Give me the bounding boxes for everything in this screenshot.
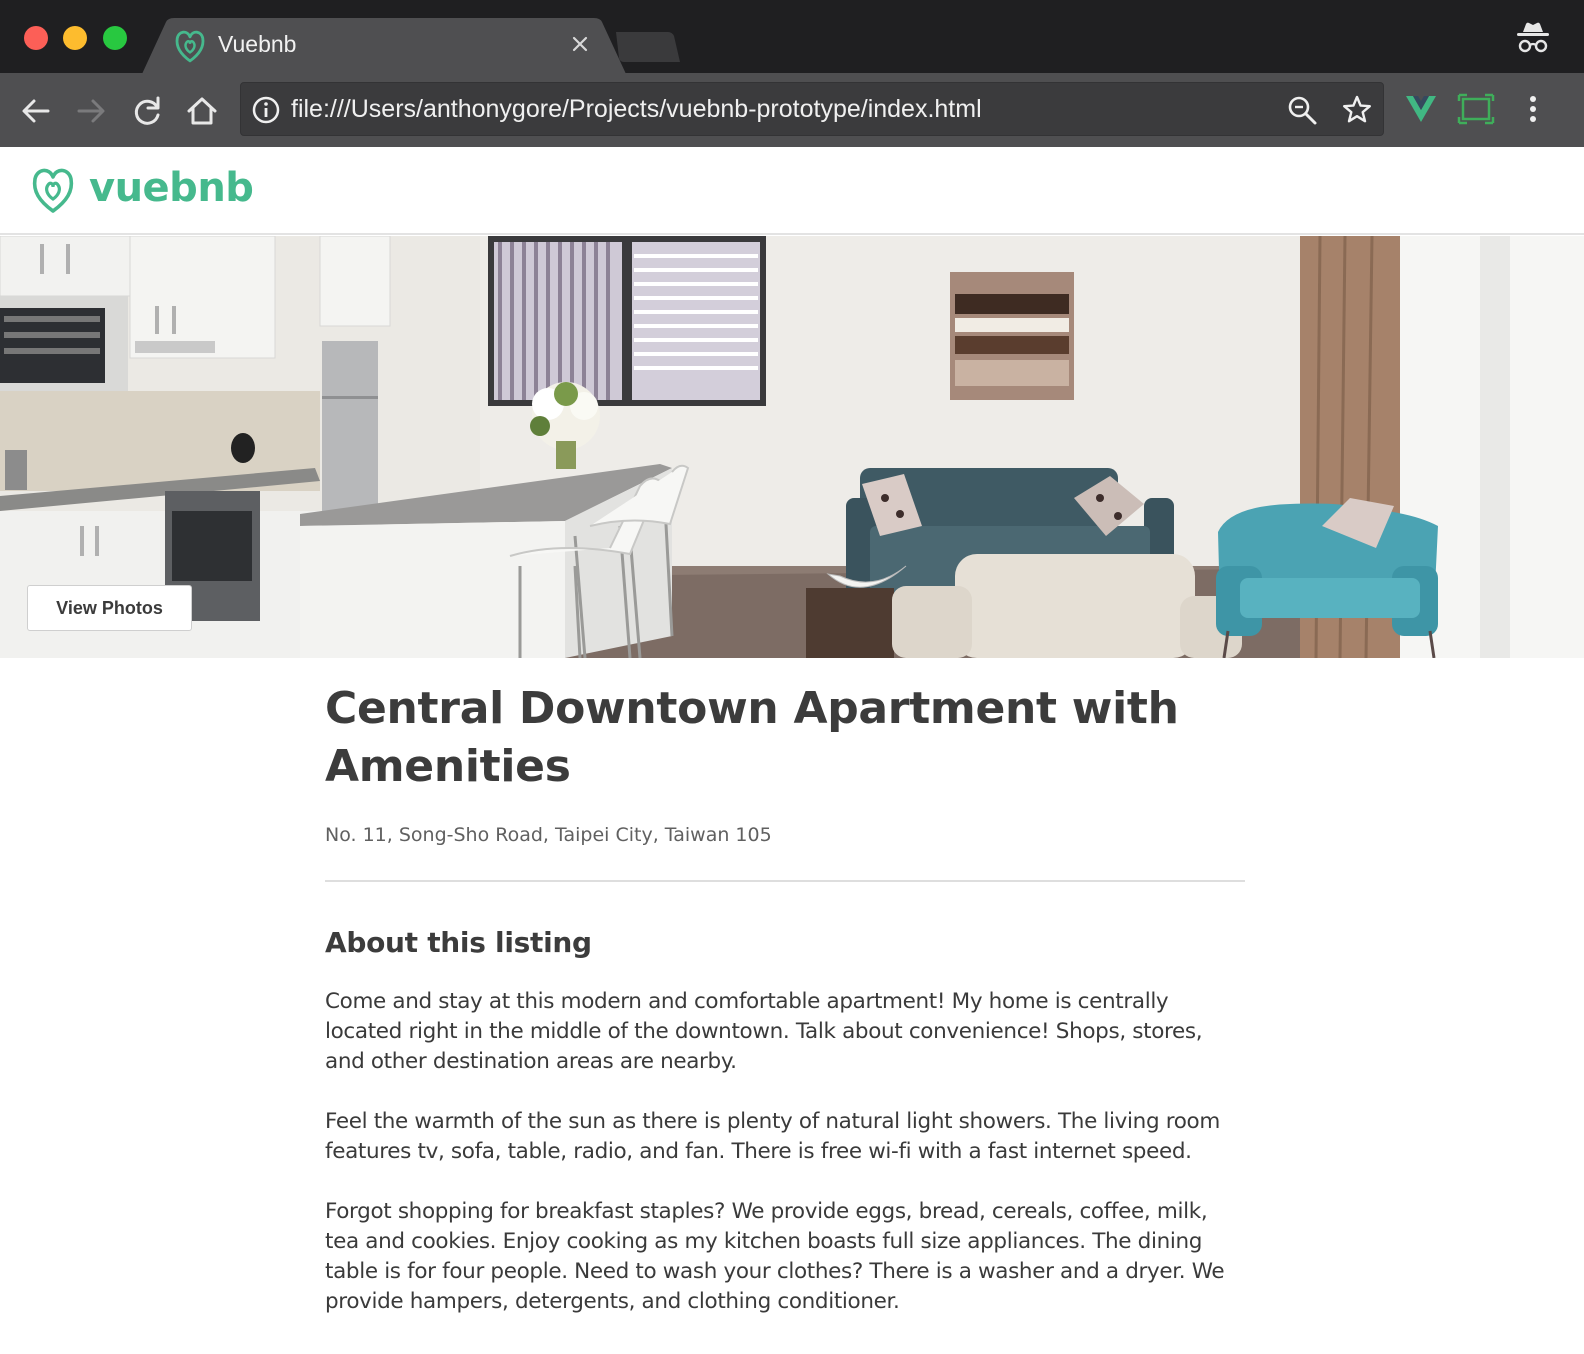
tab-title: Vuebnb [218, 31, 297, 57]
browser-tab-active[interactable]: Vuebnb [142, 18, 626, 74]
vuebnb-favicon-icon [175, 30, 205, 63]
listing-address: No. 11, Song-Sho Road, Taipei City, Taiw… [325, 824, 772, 846]
reload-icon[interactable] [127, 91, 167, 131]
zoom-icon[interactable] [1285, 93, 1319, 127]
about-paragraph: Forgot shopping for breakfast staples? W… [325, 1199, 1225, 1314]
minimize-window-button[interactable] [63, 26, 87, 50]
incognito-icon [1517, 22, 1549, 53]
divider [325, 880, 1245, 882]
view-photos-button[interactable]: View Photos [27, 585, 192, 631]
menu-dots-icon[interactable] [1514, 90, 1552, 128]
browser-toolbar: file:///Users/anthonygore/Projects/vuebn… [0, 73, 1584, 147]
vuebnb-logo-icon[interactable] [29, 165, 77, 215]
back-arrow-icon[interactable] [16, 91, 56, 131]
apartment-photo [0, 236, 1584, 658]
about-paragraph: Come and stay at this modern and comfort… [325, 989, 1203, 1074]
about-heading: About this listing [325, 926, 592, 959]
site-header: vuebnb [0, 147, 1584, 235]
screen-capture-icon[interactable] [1457, 90, 1495, 128]
address-bar[interactable]: file:///Users/anthonygore/Projects/vuebn… [240, 82, 1384, 136]
close-tab-icon[interactable] [568, 32, 592, 56]
vue-devtools-icon[interactable] [1402, 90, 1440, 128]
maximize-window-button[interactable] [103, 26, 127, 50]
listing-content: Central Downtown Apartment with Amenitie… [325, 680, 1245, 1317]
about-paragraph: Feel the warmth of the sun as there is p… [325, 1109, 1220, 1164]
info-icon[interactable] [251, 95, 281, 125]
forward-arrow-icon[interactable] [71, 91, 111, 131]
logo-text[interactable]: vuebnb [89, 165, 254, 211]
browser-titlebar: Vuebnb [0, 0, 1584, 74]
listing-hero-image[interactable] [0, 236, 1584, 658]
home-icon[interactable] [182, 91, 222, 131]
bookmark-star-icon[interactable] [1340, 93, 1374, 127]
new-tab-button[interactable] [612, 30, 684, 64]
listing-title: Central Downtown Apartment with Amenitie… [325, 683, 1179, 792]
address-bar-url[interactable]: file:///Users/anthonygore/Projects/vuebn… [291, 95, 982, 124]
close-window-button[interactable] [24, 26, 48, 50]
